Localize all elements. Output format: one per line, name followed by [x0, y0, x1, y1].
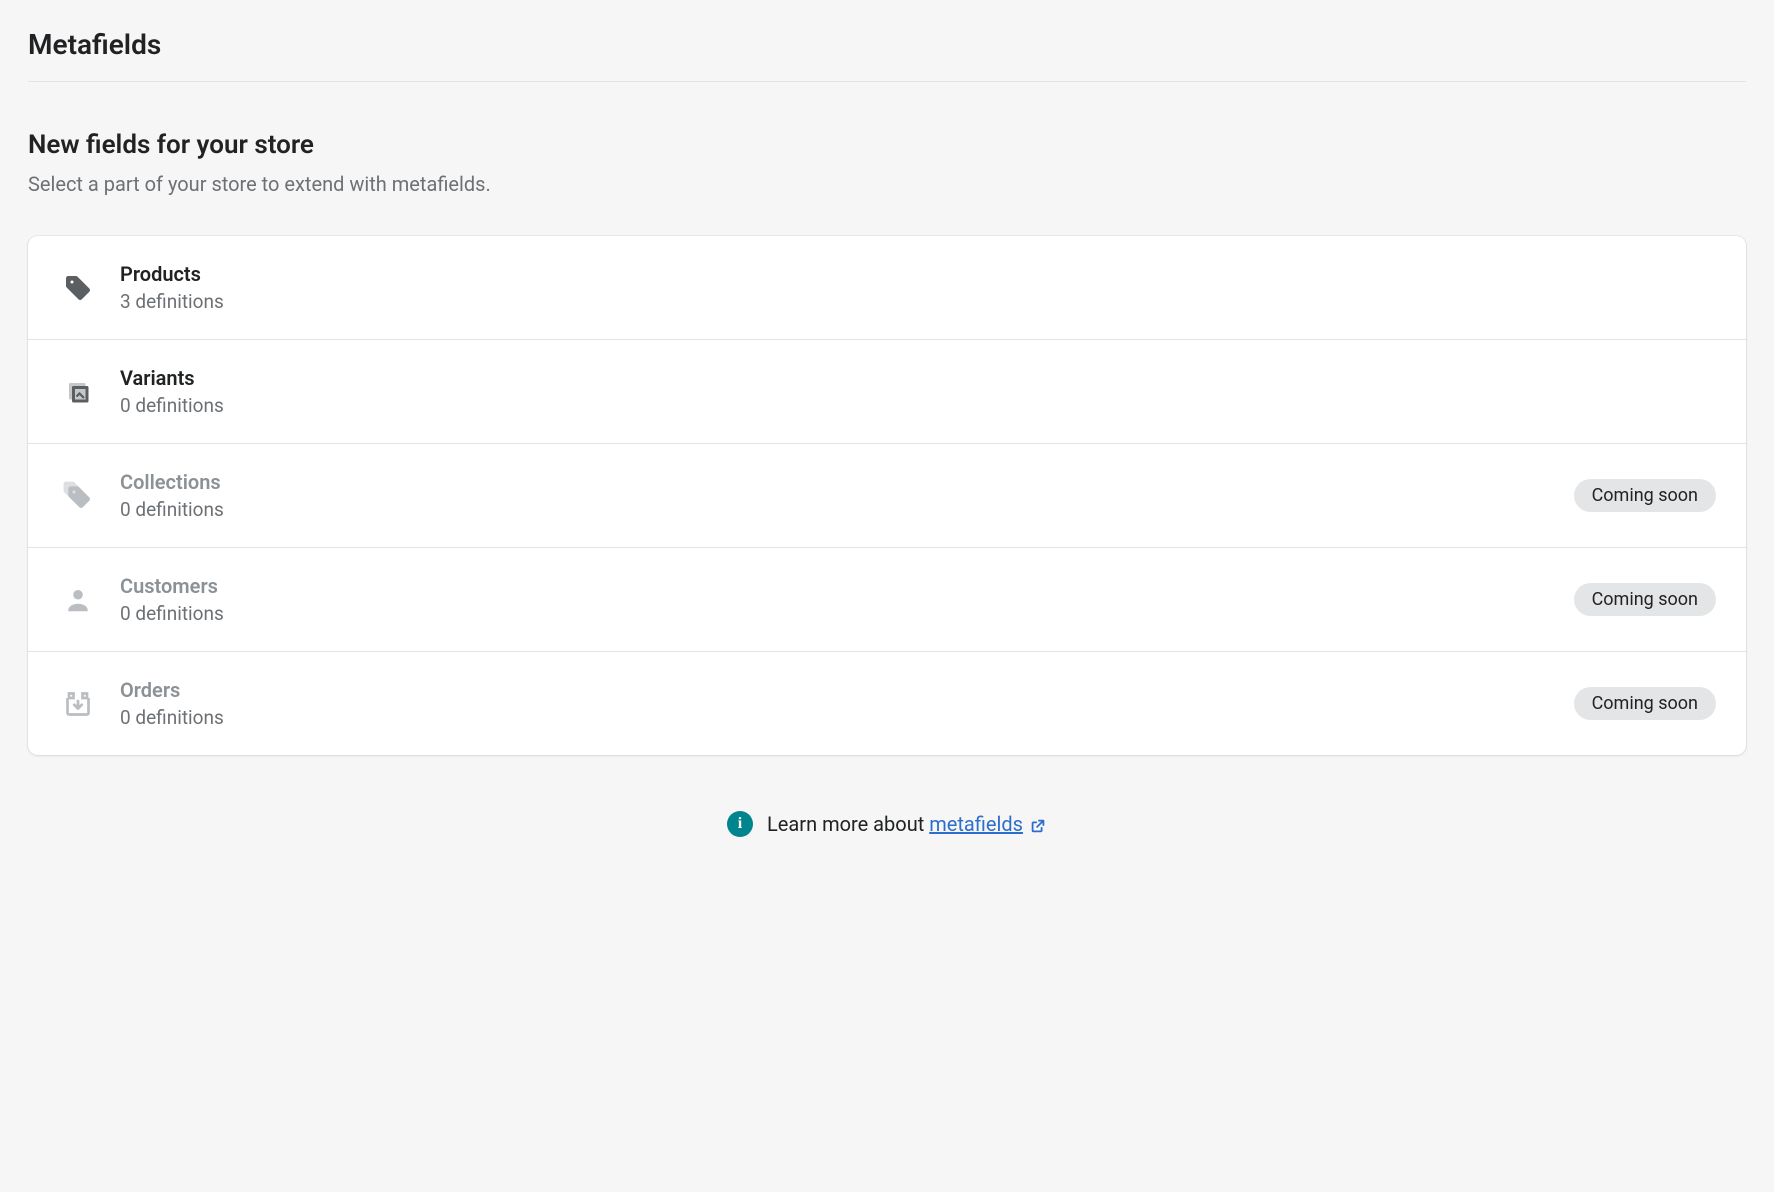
list-item-subtitle: 0 definitions — [120, 498, 1574, 521]
list-item-title: Customers — [120, 574, 1574, 598]
list-item-content: Products 3 definitions — [120, 262, 1716, 313]
section-heading: New fields for your store — [28, 130, 1746, 160]
variants-icon — [58, 372, 98, 412]
list-item-title: Orders — [120, 678, 1574, 702]
list-item-title: Collections — [120, 470, 1574, 494]
section-subheading: Select a part of your store to extend wi… — [28, 172, 1746, 196]
list-item-title: Variants — [120, 366, 1716, 390]
coming-soon-badge: Coming soon — [1574, 479, 1716, 512]
external-link-icon — [1029, 817, 1047, 835]
footer-text-prefix: Learn more about — [767, 812, 929, 836]
footer-link-text: metafields — [929, 812, 1023, 836]
page-title: Metafields — [28, 28, 1746, 82]
list-item-customers: Customers 0 definitions Coming soon — [28, 548, 1746, 652]
footer: i Learn more about metafields — [28, 811, 1746, 837]
list-item-orders: Orders 0 definitions Coming soon — [28, 652, 1746, 755]
list-item-collections: Collections 0 definitions Coming soon — [28, 444, 1746, 548]
metafields-learn-more-link[interactable]: metafields — [929, 812, 1047, 836]
list-item-title: Products — [120, 262, 1716, 286]
coming-soon-badge: Coming soon — [1574, 583, 1716, 616]
list-item-content: Variants 0 definitions — [120, 366, 1716, 417]
list-item-variants[interactable]: Variants 0 definitions — [28, 340, 1746, 444]
person-icon — [58, 580, 98, 620]
list-item-content: Customers 0 definitions — [120, 574, 1574, 625]
info-icon: i — [727, 811, 753, 837]
list-item-subtitle: 0 definitions — [120, 394, 1716, 417]
coming-soon-badge: Coming soon — [1574, 687, 1716, 720]
list-item-content: Collections 0 definitions — [120, 470, 1574, 521]
tag-icon — [58, 268, 98, 308]
list-item-products[interactable]: Products 3 definitions — [28, 236, 1746, 340]
orders-icon — [58, 684, 98, 724]
list-item-subtitle: 0 definitions — [120, 706, 1574, 729]
footer-text: Learn more about metafields — [767, 812, 1047, 836]
collections-icon — [58, 476, 98, 516]
list-item-subtitle: 3 definitions — [120, 290, 1716, 313]
metafields-list-card: Products 3 definitions Variants 0 defini… — [28, 236, 1746, 755]
list-item-content: Orders 0 definitions — [120, 678, 1574, 729]
list-item-subtitle: 0 definitions — [120, 602, 1574, 625]
